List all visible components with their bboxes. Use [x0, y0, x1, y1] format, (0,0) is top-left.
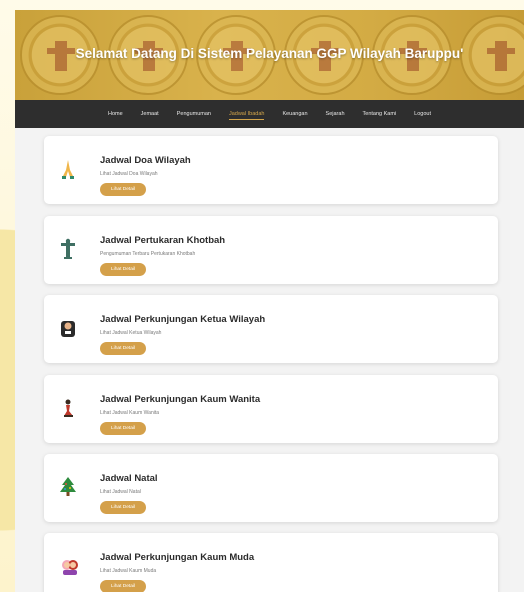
main-navbar: Home Jemaat Pengumuman Jadwal Ibadah Keu… — [15, 100, 524, 128]
nav-jadwal-ibadah[interactable]: Jadwal Ibadah — [220, 100, 273, 128]
schedule-list: Jadwal Doa Wilayah Lihat Jadwal Doa Wila… — [15, 128, 524, 592]
christ-statue-icon — [61, 238, 75, 259]
kneeling-woman-icon — [64, 399, 73, 417]
detail-button[interactable]: Lihat Detail — [100, 263, 146, 276]
card-subtitle: Pengumuman Terbaru Pertukaran Khotbah — [100, 251, 196, 257]
schedule-card-ketua-wilayah: Jadwal Perkunjungan Ketua Wilayah Lihat … — [44, 295, 498, 363]
pastor-icon — [61, 321, 75, 337]
card-subtitle: Lihat Jadwal Doa Wilayah — [100, 171, 158, 177]
header-banner: Selamat Datang Di Sistem Pelayanan GGP W… — [15, 10, 524, 100]
detail-button[interactable]: Lihat Detail — [100, 580, 146, 592]
card-title: Jadwal Perkunjungan Ketua Wilayah — [100, 314, 266, 325]
nav-logout[interactable]: Logout — [405, 100, 440, 128]
card-title: Jadwal Doa Wilayah — [100, 155, 191, 166]
card-title: Jadwal Perkunjungan Kaum Muda — [100, 552, 255, 563]
card-subtitle: Lihat Jadwal Ketua Wilayah — [100, 330, 162, 336]
nav-pengumuman[interactable]: Pengumuman — [168, 100, 220, 128]
schedule-card-kaum-wanita: Jadwal Perkunjungan Kaum Wanita Lihat Ja… — [44, 375, 498, 443]
card-title: Jadwal Natal — [100, 473, 158, 484]
schedule-card-doa-wilayah: Jadwal Doa Wilayah Lihat Jadwal Doa Wila… — [44, 136, 498, 204]
schedule-card-pertukaran-khotbah: Jadwal Pertukaran Khotbah Pengumuman Ter… — [44, 216, 498, 284]
nav-tentang-kami[interactable]: Tentang Kami — [354, 100, 406, 128]
nav-keuangan[interactable]: Keuangan — [273, 100, 316, 128]
nav-home[interactable]: Home — [99, 100, 132, 128]
praying-hands-icon — [62, 160, 74, 179]
card-title: Jadwal Perkunjungan Kaum Wanita — [100, 394, 261, 405]
nav-sejarah[interactable]: Sejarah — [317, 100, 354, 128]
detail-button[interactable]: Lihat Detail — [100, 422, 146, 435]
page-title: Selamat Datang Di Sistem Pelayanan GGP W… — [75, 46, 464, 61]
card-subtitle: Lihat Jadwal Kaum Muda — [100, 568, 157, 574]
nav-jemaat[interactable]: Jemaat — [132, 100, 168, 128]
detail-button[interactable]: Lihat Detail — [100, 342, 146, 355]
detail-button[interactable]: Lihat Detail — [100, 501, 146, 514]
schedule-card-kaum-muda: Jadwal Perkunjungan Kaum Muda Lihat Jadw… — [44, 533, 498, 592]
christmas-tree-icon — [60, 477, 76, 496]
card-subtitle: Lihat Jadwal Natal — [100, 489, 141, 495]
card-title: Jadwal Pertukaran Khotbah — [100, 235, 226, 246]
browser-viewport: Selamat Datang Di Sistem Pelayanan GGP W… — [15, 10, 524, 592]
detail-button[interactable]: Lihat Detail — [100, 183, 146, 196]
schedule-card-natal: Jadwal Natal Lihat Jadwal Natal Lihat De… — [44, 454, 498, 522]
youth-couple-icon — [62, 560, 78, 575]
card-subtitle: Lihat Jadwal Kaum Wanita — [100, 410, 160, 416]
